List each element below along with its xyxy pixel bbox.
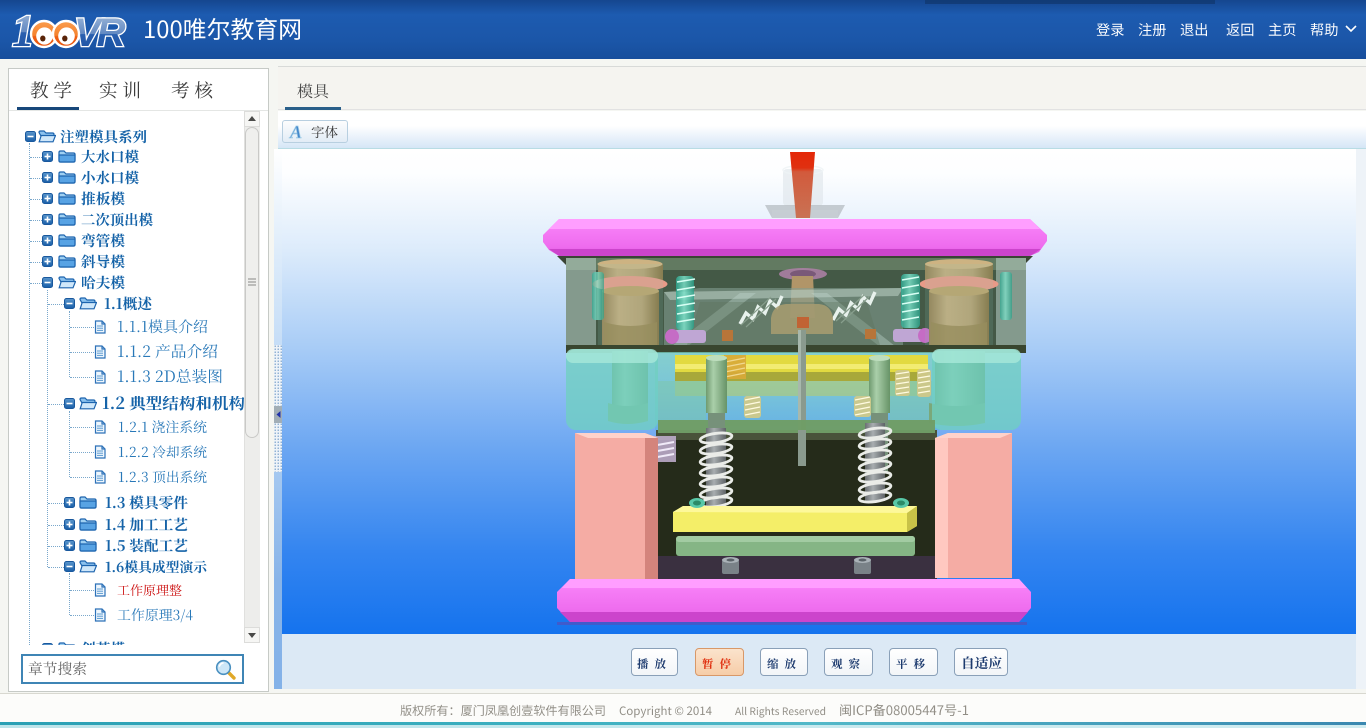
svg-text:VR: VR: [74, 11, 126, 52]
svg-text:A: A: [289, 122, 302, 142]
